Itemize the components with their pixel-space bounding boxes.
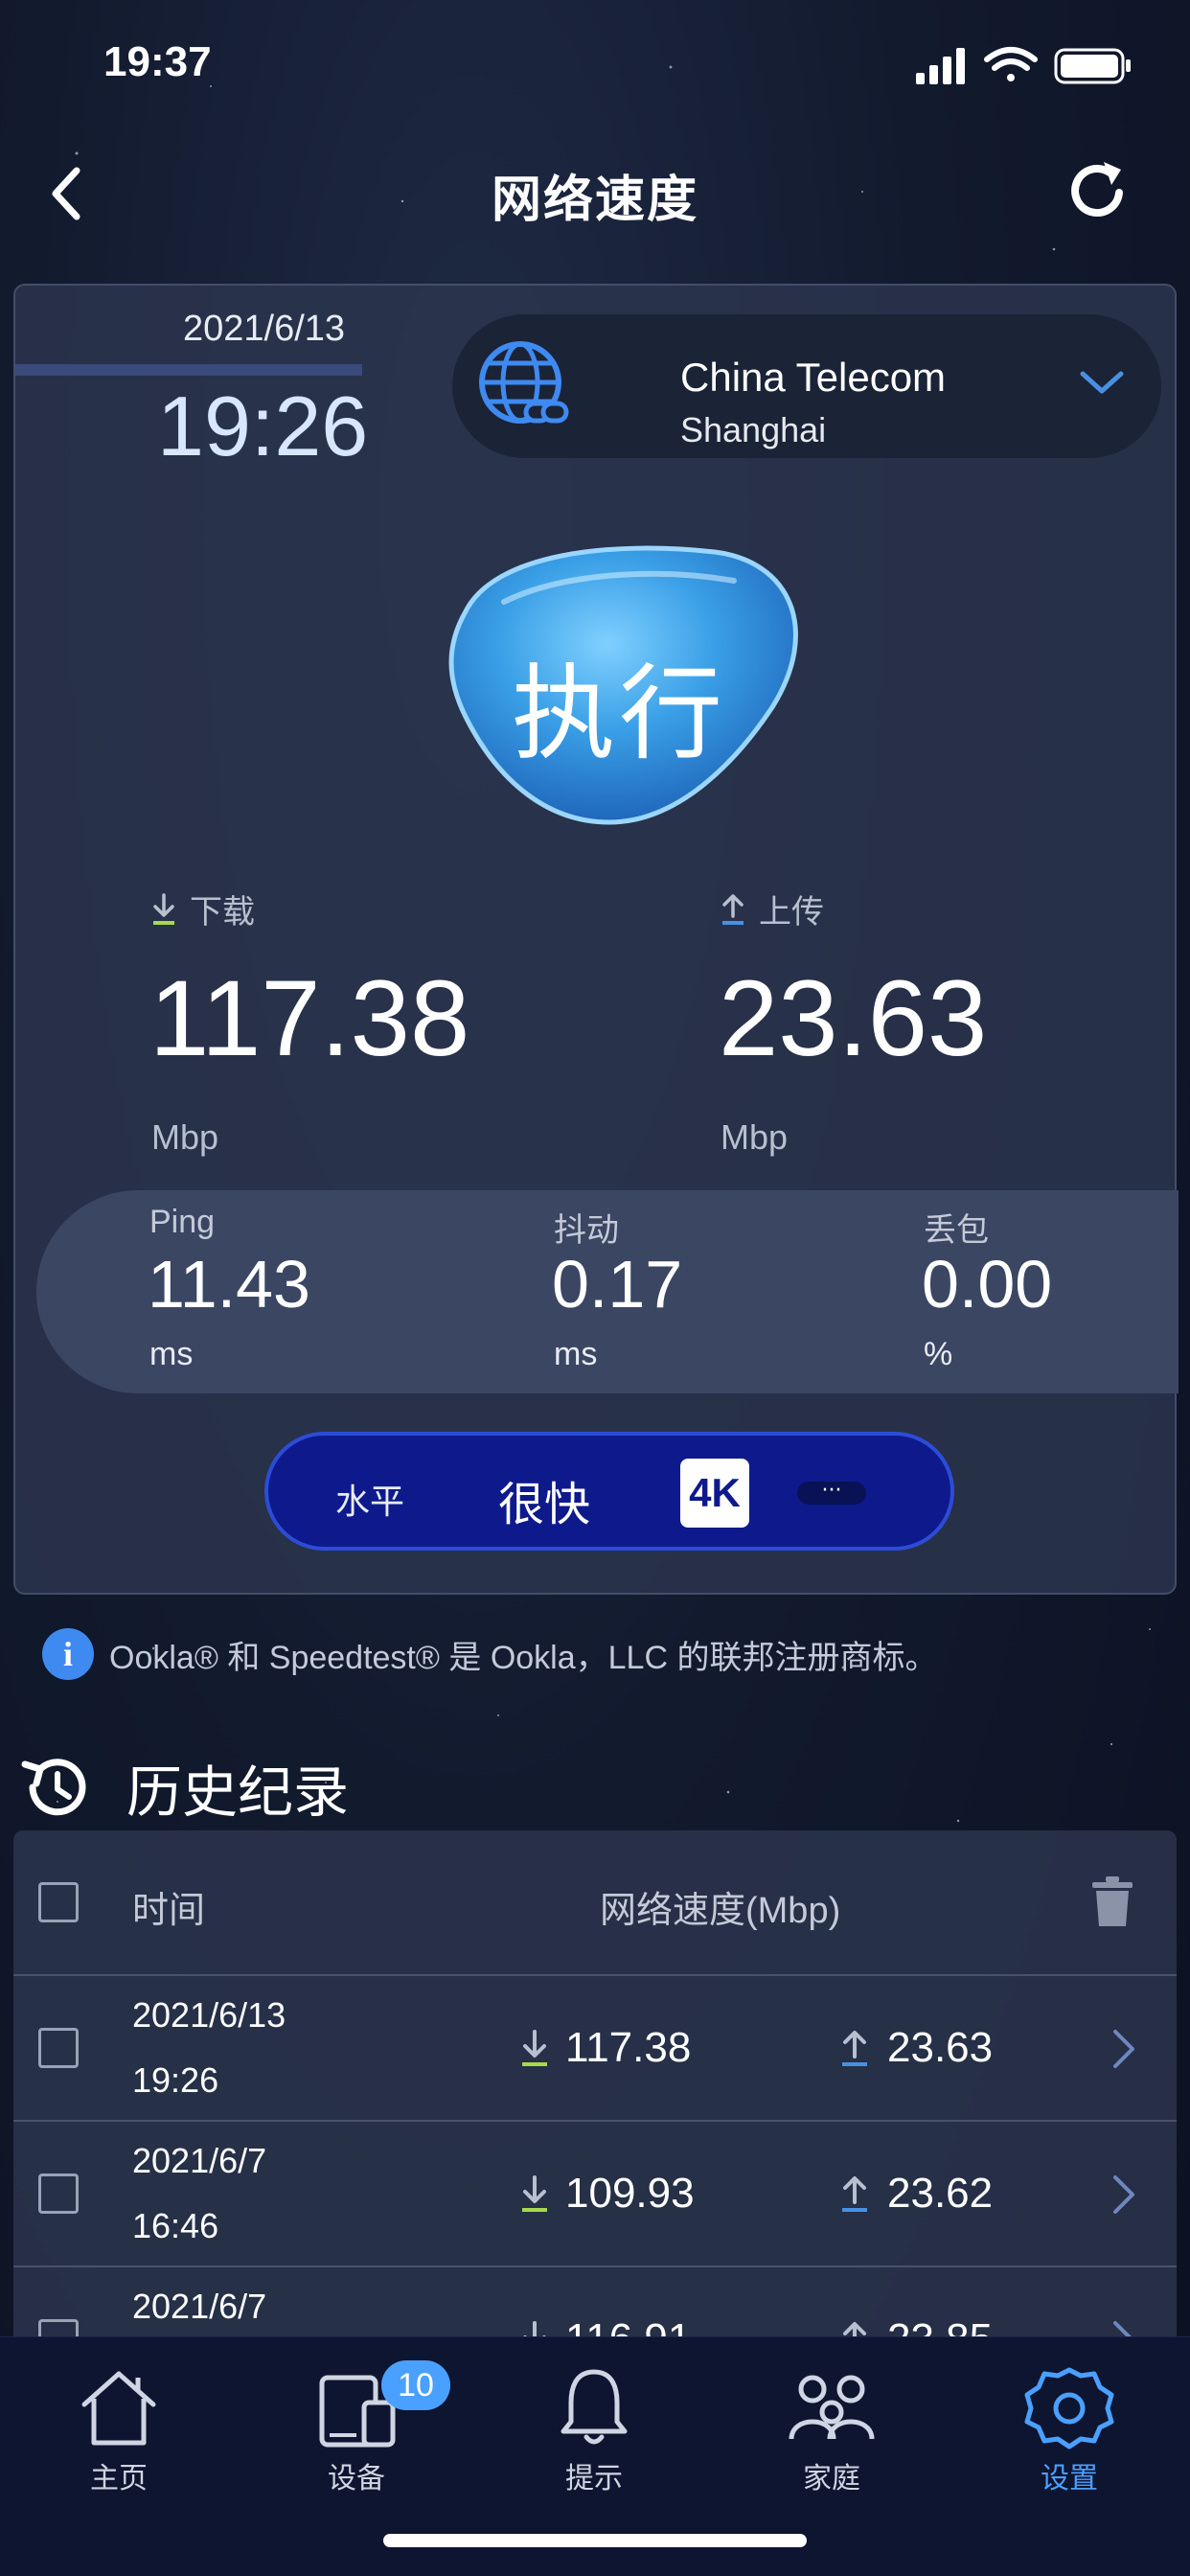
row-date: 2021/6/13: [132, 1995, 286, 2035]
row-download: 116.91: [565, 2315, 691, 2338]
download-arrow-icon: [522, 2175, 547, 2212]
devices-count-badge: 10: [381, 2360, 450, 2410]
4k-badge: 4K: [680, 1459, 749, 1528]
history-row[interactable]: 2021/6/13 19:26 117.38 23.63: [13, 1976, 1177, 2122]
row-upload: 23.62: [887, 2170, 994, 2217]
packet-loss-label: 丢包: [924, 1212, 989, 1249]
history-header: 历史纪录: [19, 1744, 786, 1830]
header: 网络速度: [0, 134, 1190, 249]
chevron-right-icon: [1113, 2175, 1134, 2214]
tab-home[interactable]: 主页: [13, 2355, 224, 2498]
tab-home-label: 主页: [90, 2462, 148, 2496]
upload-arrow-icon: [722, 893, 744, 925]
history-icon: [21, 1759, 86, 1816]
row-download: 117.38: [565, 2024, 692, 2071]
history-table: 时间 网络速度(Mbp) 2021/6/13 19:26 117.38 23.6…: [13, 1830, 1177, 2338]
history-row[interactable]: 2021/6/7 16:46 109.93 23.62: [13, 2122, 1177, 2267]
bell-icon: [561, 2369, 628, 2445]
download-arrow-icon: [522, 2030, 547, 2066]
packet-loss-unit: %: [924, 1336, 953, 1372]
battery-icon: [1054, 48, 1131, 84]
upload-unit: Mbp: [721, 1117, 789, 1157]
jitter-value: 0.17: [552, 1247, 683, 1322]
home-indicator[interactable]: [383, 2534, 807, 2547]
row-date: 2021/6/7: [132, 2141, 267, 2180]
packet-loss-value: 0.00: [922, 1247, 1053, 1322]
level-value: 很快: [498, 1478, 591, 1531]
signal-icon: [916, 48, 965, 84]
speedtest-card: 2021/6/13 19:26 China Telecom Shanghai 执…: [13, 284, 1179, 1595]
upload-arrow-icon: [842, 2176, 867, 2212]
row-checkbox[interactable]: [38, 2174, 79, 2214]
tab-family-label: 家庭: [803, 2462, 860, 2496]
more-button[interactable]: ···: [797, 1481, 866, 1505]
jitter-unit: ms: [554, 1336, 598, 1372]
download-label: 下载: [151, 886, 255, 932]
status-bar: 19:37: [0, 0, 1190, 125]
run-test-button[interactable]: 执行: [427, 535, 811, 841]
isp-city: Shanghai: [680, 410, 827, 449]
run-test-label: 执行: [511, 655, 726, 774]
status-icons: [916, 47, 1131, 84]
chevron-right-icon: [1113, 2030, 1134, 2068]
download-value: 117.38: [149, 958, 470, 1078]
test-date: 2021/6/13: [183, 309, 346, 349]
ping-value: 11.43: [148, 1247, 310, 1322]
table-header: 时间 网络速度(Mbp): [13, 1830, 1177, 1976]
row-download: 109.93: [565, 2170, 695, 2217]
wifi-icon: [984, 47, 1038, 81]
download-unit: Mbp: [151, 1117, 219, 1157]
row-checkbox[interactable]: [38, 2319, 79, 2338]
trademark-notice: i Ookla® 和 Speedtest® 是 Ookla，LLC 的联邦注册商…: [42, 1625, 1154, 1683]
date-underline: [15, 364, 362, 376]
tab-alerts-label: 提示: [565, 2462, 623, 2496]
upload-label: 上传: [721, 886, 824, 932]
upload-label-text: 上传: [759, 893, 824, 932]
refresh-button[interactable]: [1059, 153, 1135, 230]
history-row[interactable]: 2021/6/7 116.91 23.85: [13, 2267, 1177, 2338]
tab-settings-label: 设置: [1041, 2462, 1098, 2496]
upload-arrow-icon: [842, 2031, 867, 2066]
chevron-right-icon: [1113, 2321, 1133, 2338]
home-icon: [81, 2371, 156, 2446]
test-time: 19:26: [157, 379, 369, 473]
upload-value: 23.63: [719, 958, 988, 1078]
tab-family[interactable]: 家庭: [726, 2355, 937, 2498]
row-date: 2021/6/7: [132, 2287, 267, 2326]
isp-selector[interactable]: China Telecom Shanghai: [452, 314, 1161, 458]
family-icon: [789, 2375, 875, 2440]
row-time: 19:26: [132, 2060, 219, 2100]
trademark-text: Ookla® 和 Speedtest® 是 Ookla，LLC 的联邦注册商标。: [109, 1639, 938, 1676]
row-upload: 23.85: [887, 2315, 993, 2338]
select-all-checkbox[interactable]: [38, 1882, 79, 1922]
tab-settings[interactable]: 设置: [964, 2355, 1175, 2498]
row-time: 16:46: [132, 2206, 219, 2245]
chevron-down-icon: [1080, 371, 1124, 394]
info-icon: i: [42, 1628, 94, 1680]
latency-stats: Ping 11.43 ms 抖动 0.17 ms 丢包 0.00 %: [36, 1190, 1179, 1393]
isp-name: China Telecom: [680, 355, 947, 400]
column-speed: 网络速度(Mbp): [600, 1891, 841, 1931]
history-title: 历史纪录: [126, 1760, 350, 1825]
jitter-label: 抖动: [554, 1212, 619, 1249]
row-upload: 23.63: [887, 2024, 994, 2071]
ping-unit: ms: [149, 1336, 194, 1372]
download-label-text: 下载: [190, 893, 255, 932]
row-checkbox[interactable]: [38, 2028, 79, 2068]
trash-icon[interactable]: [1090, 1876, 1134, 1928]
tab-devices[interactable]: 10 设备: [251, 2355, 462, 2498]
status-time: 19:37: [103, 38, 212, 85]
refresh-icon: [1071, 162, 1123, 218]
globe-link-icon: [471, 334, 577, 439]
ping-label: Ping: [149, 1204, 216, 1240]
tab-alerts[interactable]: 提示: [489, 2355, 699, 2498]
page-title: 网络速度: [491, 172, 698, 229]
level-label: 水平: [335, 1483, 405, 1522]
column-time: 时间: [132, 1889, 206, 1931]
download-arrow-icon: [153, 892, 174, 925]
speed-level-pill: 水平 很快 4K ···: [264, 1432, 954, 1551]
tab-devices-label: 设备: [328, 2462, 385, 2496]
settings-icon: [1024, 2367, 1114, 2450]
